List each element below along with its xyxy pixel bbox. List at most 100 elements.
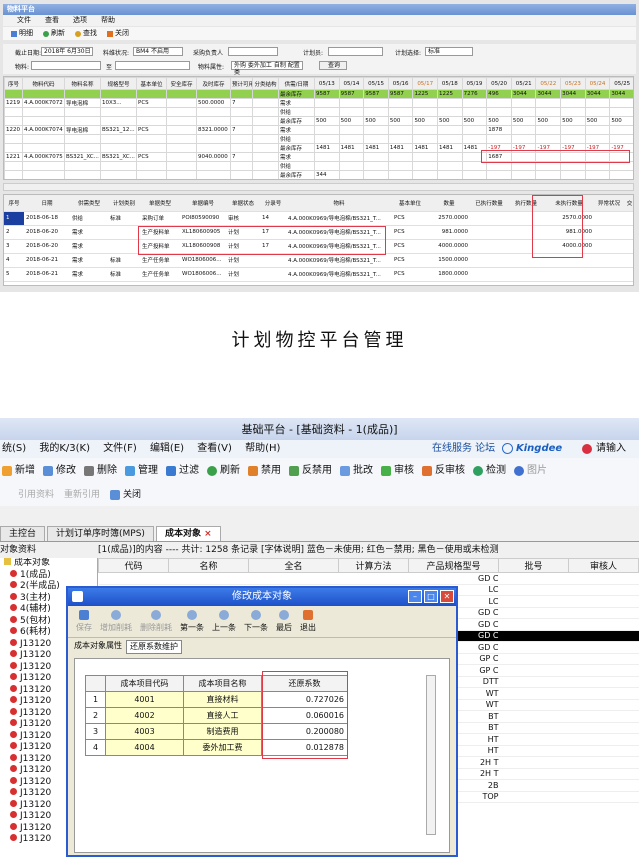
close-button[interactable]: 关闭 xyxy=(107,27,129,40)
grid-cell: 500 xyxy=(535,116,562,126)
grid-row[interactable]: 最余库存 500 500 500 500 500 500 500 500 500 500 500 500… xyxy=(4,116,633,126)
detail-cell: 需求 xyxy=(70,239,108,254)
query-button[interactable]: 查询 xyxy=(319,61,347,70)
grid-cell: PCS xyxy=(136,98,167,108)
dialog-scrollbar[interactable] xyxy=(426,675,436,835)
grid-cell xyxy=(609,107,633,117)
grid-cell: 7 xyxy=(230,98,253,108)
detail-cell: POI80590090 xyxy=(180,211,226,226)
menu-system[interactable]: 统(S) xyxy=(2,443,26,454)
planner-label: 计划员: xyxy=(303,50,324,57)
edit-button[interactable]: 修改 xyxy=(43,458,76,484)
grid-row[interactable]: 供给 xyxy=(4,134,633,144)
grid-row[interactable]: 最余库存 344 xyxy=(4,170,633,179)
unapprove-button[interactable]: 反审核 xyxy=(422,458,465,484)
menu-help[interactable]: 帮助 xyxy=(101,15,115,26)
check-button[interactable]: 检测 xyxy=(473,458,506,484)
login-link[interactable]: 请输入 xyxy=(596,440,626,458)
maximize-button[interactable]: □ xyxy=(424,590,438,603)
menu-file[interactable]: 文件 xyxy=(17,15,31,26)
prev-record-button[interactable]: 上一条 xyxy=(212,610,236,633)
reference-data-button[interactable]: 引用资料 xyxy=(18,484,54,506)
menu-help[interactable]: 帮助(H) xyxy=(245,443,280,454)
grid-cell: 500 xyxy=(437,116,463,126)
list-row[interactable]: GD C xyxy=(98,572,639,585)
planner-field[interactable] xyxy=(328,47,383,56)
last-record-button[interactable]: 最后 xyxy=(276,610,292,633)
grid-cell xyxy=(166,134,197,144)
detail-col-header: 序号 xyxy=(4,195,24,212)
detail-button[interactable]: 明细 xyxy=(11,27,33,40)
owner-field[interactable] xyxy=(228,47,278,56)
batch-edit-button[interactable]: 批改 xyxy=(340,458,373,484)
tab-cost-object-properties[interactable]: 成本对象属性 xyxy=(74,640,122,654)
material-from-field[interactable] xyxy=(31,61,101,70)
grid-row[interactable]: 1220 4.A.000K7074 导电泡棉 BS321_12... PCS 8321.0… xyxy=(4,125,633,135)
add-button[interactable]: 新增 xyxy=(2,458,35,484)
enable-button[interactable]: 反禁用 xyxy=(289,458,332,484)
grid-row[interactable]: 最余库存 9587 9587 9587 9587 1225 1225 7276 496 3044 3… xyxy=(4,89,633,99)
grid-row[interactable]: 1219 4.A.000K7072 导电泡棉 10X3... PCS 500.0000 7 需… xyxy=(4,98,633,108)
refresh-button[interactable]: 刷新 xyxy=(207,458,240,484)
plan-select-field[interactable]: 标准 xyxy=(425,47,473,56)
approve-button[interactable]: 审核 xyxy=(381,458,414,484)
grid-row[interactable]: 供给 xyxy=(4,107,633,117)
menu-view[interactable]: 查看 xyxy=(45,15,59,26)
tab-main-console[interactable]: 主控台 xyxy=(0,526,46,541)
find-button[interactable]: 查找 xyxy=(75,27,97,40)
grid-cell xyxy=(609,98,633,108)
manage-button[interactable]: 管理 xyxy=(125,458,158,484)
re-reference-button[interactable]: 重新引用 xyxy=(64,484,100,506)
empty-row xyxy=(86,820,348,836)
close-button[interactable]: 关闭 xyxy=(110,484,141,506)
delete-button[interactable]: 删除 xyxy=(84,458,117,484)
tree-node[interactable]: 成本对象 xyxy=(0,558,97,570)
delete-consumption-button[interactable]: 删除削耗 xyxy=(140,610,172,633)
online-service-link[interactable]: 在线服务 论坛 xyxy=(432,440,495,458)
list-cell xyxy=(498,791,569,803)
grid-cell xyxy=(535,98,562,108)
list-cell xyxy=(498,722,569,734)
tree-node[interactable]: 1(成品) xyxy=(0,569,97,582)
menu-options[interactable]: 选项 xyxy=(73,15,87,26)
next-record-button[interactable]: 下一条 xyxy=(244,610,268,633)
node-icon xyxy=(10,592,17,600)
horizontal-scrollbar[interactable] xyxy=(3,183,634,191)
detail-cell: 4 xyxy=(4,253,24,268)
dialog-close-button[interactable]: ✕ xyxy=(440,590,454,603)
menu-edit[interactable]: 编辑(E) xyxy=(150,443,184,454)
filter-button[interactable]: 过滤 xyxy=(166,458,199,484)
list-cell xyxy=(568,607,639,619)
date-picker[interactable]: 2018年 6月30日 xyxy=(41,47,93,56)
save-button[interactable]: 保存 xyxy=(76,610,92,633)
grid-cell xyxy=(136,116,167,126)
grid-cell: 7 xyxy=(230,152,253,162)
add-consumption-button[interactable]: 增加削耗 xyxy=(100,610,132,633)
tab-close-icon[interactable]: × xyxy=(204,529,212,539)
list-cell xyxy=(568,641,639,654)
minimize-button[interactable]: – xyxy=(408,590,422,603)
refresh-button[interactable]: 刷新 xyxy=(43,27,65,40)
menu-view[interactable]: 查看(V) xyxy=(197,443,232,454)
exit-button[interactable]: 退出 xyxy=(300,610,316,633)
menu-file[interactable]: 文件(F) xyxy=(103,443,137,454)
detail-row[interactable]: 5 2018-06-21 需求 标准 生产任务单 WO1806006... 计划 4.A.00… xyxy=(4,267,633,282)
menu-my-k3[interactable]: 我的K/3(K) xyxy=(39,443,90,454)
detail-col-header: 单据类型 xyxy=(140,195,180,212)
first-record-button[interactable]: 第一条 xyxy=(180,610,204,633)
status-field[interactable]: BM4 不启用 xyxy=(133,47,183,56)
grid-cell xyxy=(437,125,463,135)
image-button[interactable]: 图片 xyxy=(514,458,547,484)
disable-button[interactable]: 禁用 xyxy=(248,458,281,484)
grid-cell xyxy=(136,134,167,144)
grid-cell: 4.A.000K7075 xyxy=(22,152,65,162)
empty-cell xyxy=(262,772,348,788)
material-to-field[interactable] xyxy=(115,61,190,70)
tab-restore-coefficient[interactable]: 还原系数维护 xyxy=(126,640,182,654)
detail-cell: 981.0000 xyxy=(428,225,470,240)
attr-field[interactable]: 外购 委外加工 自制 配置类 xyxy=(231,61,303,76)
tab-cost-object[interactable]: 成本对象 × xyxy=(155,526,221,541)
tab-mps[interactable]: 计划订单序时簿(MPS) xyxy=(47,526,154,541)
close-icon xyxy=(107,30,113,37)
grid-cell xyxy=(584,107,611,117)
